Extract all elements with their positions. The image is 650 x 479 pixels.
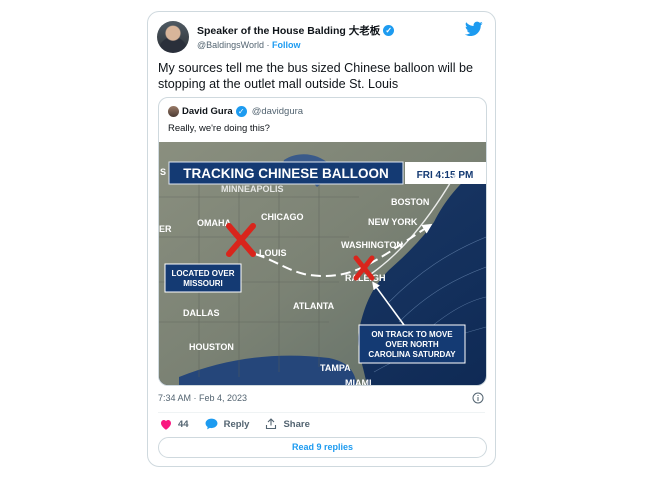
city-raleigh: RALEIGH bbox=[345, 273, 386, 283]
balloon-map-image: TRACKING CHINESE BALLOON FRI 4:15 PM S M… bbox=[159, 142, 486, 386]
callout-right-line1: ON TRACK TO MOVE bbox=[371, 330, 453, 339]
quoted-handle: @davidgura bbox=[251, 106, 304, 117]
share-icon bbox=[266, 418, 277, 430]
city-boston: BOSTON bbox=[391, 197, 429, 207]
author-block: Speaker of the House Balding 大老板 ✓ @Bald… bbox=[197, 23, 395, 50]
reply-label: Reply bbox=[223, 418, 250, 430]
action-bar: 44 Reply Share bbox=[160, 418, 326, 430]
callout-left-line1: LOCATED OVER bbox=[172, 269, 235, 278]
edge-label-s: S bbox=[160, 167, 166, 177]
callout-right-line3: CAROLINA SATURDAY bbox=[368, 350, 456, 359]
map-time-badge: FRI 4:15 PM bbox=[417, 170, 474, 181]
divider bbox=[158, 412, 485, 413]
quoted-text: Really, we're doing this? bbox=[168, 123, 270, 134]
tweet-header: Speaker of the House Balding 大老板 ✓ @Bald… bbox=[157, 21, 486, 55]
info-icon[interactable] bbox=[472, 392, 484, 404]
quoted-header: David Gura ✓ @davidgura bbox=[168, 106, 303, 117]
city-houston: HOUSTON bbox=[189, 342, 234, 352]
city-chicago: CHICAGO bbox=[261, 212, 304, 222]
tweet-card: Speaker of the House Balding 大老板 ✓ @Bald… bbox=[147, 11, 496, 467]
city-tampa: TAMPA bbox=[320, 363, 351, 373]
share-button[interactable]: Share bbox=[265, 418, 310, 430]
separator: · bbox=[266, 40, 270, 50]
quoted-tweet[interactable]: David Gura ✓ @davidgura Really, we're do… bbox=[158, 97, 487, 386]
reply-bubble-icon bbox=[205, 418, 218, 430]
tweet-text: My sources tell me the bus sized Chinese… bbox=[158, 61, 473, 91]
like-count: 44 bbox=[178, 418, 189, 430]
quoted-avatar bbox=[168, 106, 179, 117]
heart-icon bbox=[161, 419, 171, 430]
city-miami: MIAMI bbox=[345, 378, 372, 386]
city-minneapolis: MINNEAPOLIS bbox=[221, 184, 284, 194]
share-label: Share bbox=[283, 418, 310, 430]
read-replies-button[interactable]: Read 9 replies bbox=[158, 437, 487, 458]
handle-row: @BaldingsWorld · Follow bbox=[197, 40, 394, 50]
city-washington: WASHINGTON bbox=[341, 240, 403, 250]
map-headline: TRACKING CHINESE BALLOON bbox=[183, 166, 389, 181]
avatar[interactable] bbox=[157, 21, 189, 53]
callout-right-line2: OVER NORTH bbox=[385, 340, 439, 349]
city-atlanta: ATLANTA bbox=[293, 301, 335, 311]
verified-icon: ✓ bbox=[383, 25, 395, 36]
city-dallas: DALLAS bbox=[183, 308, 220, 318]
like-button[interactable]: 44 bbox=[160, 419, 189, 430]
author-handle[interactable]: @BaldingsWorld bbox=[197, 40, 264, 50]
quoted-author-name: David Gura bbox=[182, 106, 233, 117]
quoted-verified-icon: ✓ bbox=[235, 106, 247, 117]
tweet-timestamp[interactable]: 7:34 AM · Feb 4, 2023 bbox=[158, 393, 247, 403]
author-name[interactable]: Speaker of the House Balding 大老板 bbox=[197, 23, 380, 38]
follow-button[interactable]: Follow bbox=[272, 40, 301, 50]
edge-label-er: ER bbox=[159, 224, 172, 234]
twitter-bird-icon[interactable] bbox=[465, 21, 483, 37]
city-new-york: NEW YORK bbox=[368, 217, 418, 227]
reply-button[interactable]: Reply bbox=[205, 418, 250, 430]
callout-left-line2: MISSOURI bbox=[183, 279, 223, 288]
author-name-row[interactable]: Speaker of the House Balding 大老板 ✓ bbox=[197, 23, 395, 38]
